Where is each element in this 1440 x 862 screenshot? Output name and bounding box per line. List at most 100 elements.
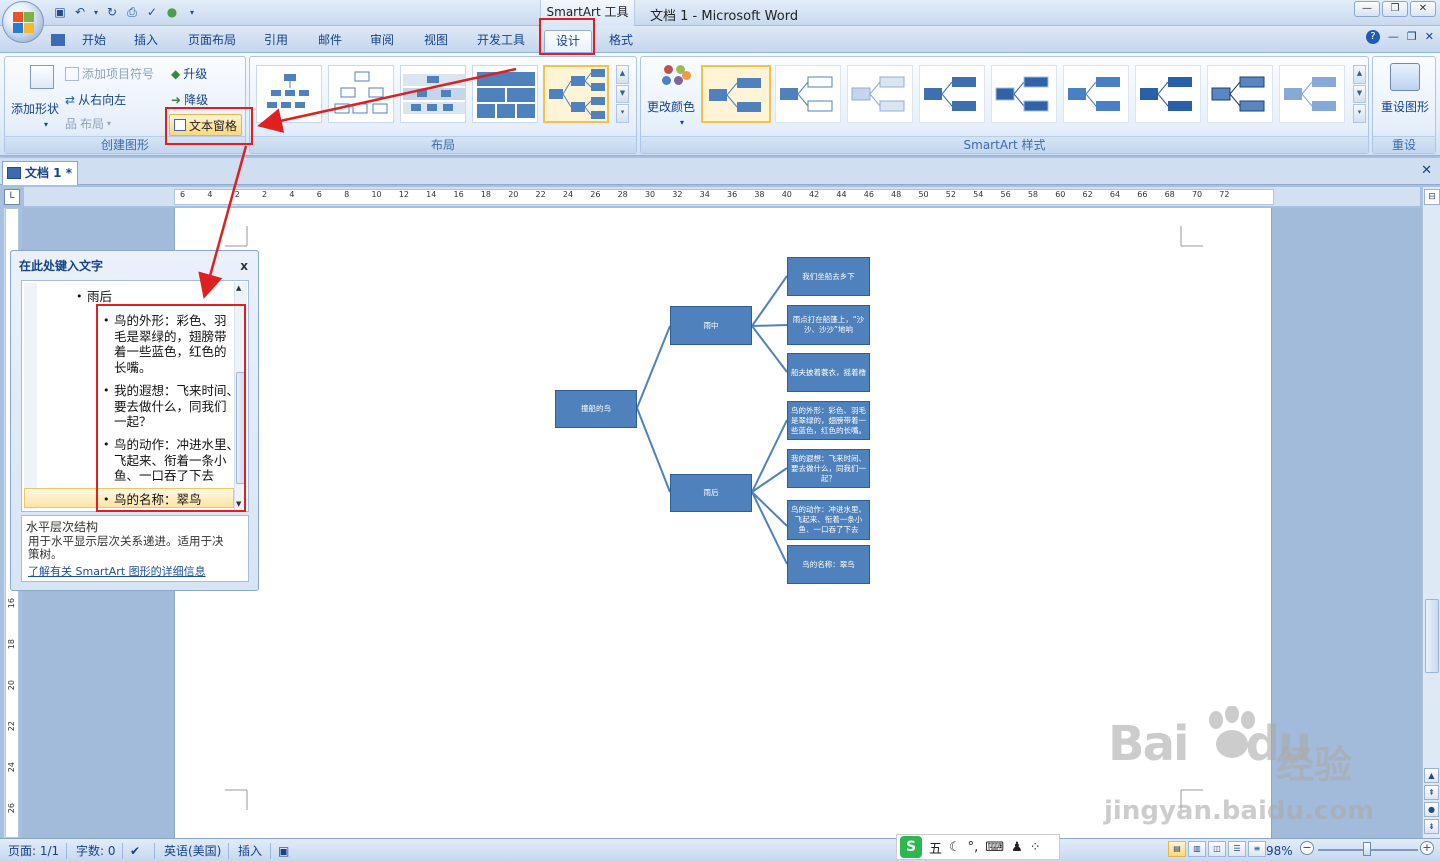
add-bullet-button[interactable]: 添加项目符号: [65, 65, 154, 82]
smartart-leaf[interactable]: 我的遐想：飞来时间、要去做什么，同我们一起？: [787, 449, 870, 488]
tp-scrollbar-thumb[interactable]: [236, 372, 246, 484]
list-item[interactable]: • 我的遐想：飞来时间、 要去做什么，同我们 一起？: [103, 383, 239, 430]
proofing-icon[interactable]: ✔: [130, 842, 140, 860]
text-pane-close-icon[interactable]: x: [240, 259, 248, 273]
tab-mailings[interactable]: 邮件: [308, 30, 352, 52]
smartart-leaf[interactable]: 鸟的名称：翠鸟: [787, 545, 870, 584]
tp-scroll-up-icon[interactable]: ▲: [236, 284, 241, 292]
circle-icon[interactable]: ●: [164, 4, 180, 20]
apps-icon[interactable]: ⁘: [1030, 840, 1041, 855]
smartart-node-after-rain[interactable]: 雨后: [670, 474, 752, 512]
tab-view[interactable]: 视图: [414, 30, 458, 52]
help-icon[interactable]: ?: [1365, 30, 1380, 44]
reading-view-icon[interactable]: ▥: [1188, 841, 1206, 857]
moon-icon[interactable]: ☾: [949, 840, 961, 855]
ribbon-restore-icon[interactable]: ❐: [1407, 30, 1417, 44]
more-icon[interactable]: ▾: [616, 104, 629, 124]
keyboard-icon[interactable]: ⌨: [985, 840, 1004, 855]
layouts-gallery-scroll[interactable]: ▲ ▼ ▾: [616, 65, 629, 124]
sogou-logo-icon[interactable]: S: [900, 836, 922, 858]
close-window-button[interactable]: ✕: [1410, 1, 1436, 17]
zoom-in-button[interactable]: +: [1420, 841, 1434, 855]
tab-selector[interactable]: L: [4, 189, 20, 205]
scroll-down-icon[interactable]: ▼: [616, 84, 629, 104]
tab-format[interactable]: 格式: [598, 30, 644, 52]
ribbon-close-icon[interactable]: ✕: [1425, 30, 1434, 44]
tp-scroll-down-icon[interactable]: ▼: [236, 500, 241, 508]
document-page[interactable]: 撞船的鸟 雨中 雨后 我们坐船去乡下 雨点打在船篷上，“沙沙、沙沙”地响 船夫披…: [174, 208, 1272, 838]
layout-org-chart[interactable]: [256, 65, 322, 123]
close-document-icon[interactable]: ✕: [1421, 163, 1432, 178]
text-pane-button[interactable]: 文本窗格: [169, 114, 243, 136]
web-layout-view-icon[interactable]: ◫: [1208, 841, 1226, 857]
promote-button[interactable]: ◆ 升级: [171, 65, 207, 82]
save-icon[interactable]: ▣: [52, 4, 68, 20]
list-item[interactable]: • 鸟的外形：彩色、羽 毛是翠绿的，翅膀带 着一些蓝色，红色的 长嘴。: [103, 313, 227, 375]
view-ruler-icon[interactable]: ⊟: [1424, 189, 1440, 205]
style-intense[interactable]: [991, 65, 1057, 123]
style-white-outline[interactable]: [775, 65, 841, 123]
style-moderate[interactable]: [919, 65, 985, 123]
tab-page-layout[interactable]: 页面布局: [180, 30, 244, 52]
draft-view-icon[interactable]: ≡: [1248, 841, 1266, 857]
layout-labeled-hierarchy[interactable]: [400, 65, 466, 123]
list-item[interactable]: • 鸟的名称：翠鸟: [103, 492, 202, 508]
layout-table-hierarchy[interactable]: [472, 65, 538, 123]
tab-developer[interactable]: 开发工具: [468, 30, 534, 52]
horizontal-ruler[interactable]: 6 4 2 2 4 6 8 10 12 14 16 18 20 22 24 26 28 30 32 34 36 38 40 4…: [24, 187, 1420, 207]
smartart-leaf[interactable]: 雨点打在船篷上，“沙沙、沙沙”地响: [787, 305, 870, 345]
office-button[interactable]: [2, 1, 44, 43]
document-tab[interactable]: 文档 1 *: [2, 161, 78, 185]
status-page[interactable]: 页面: 1/1: [8, 842, 59, 860]
user-icon[interactable]: ♟: [1011, 840, 1023, 855]
smartart-leaf[interactable]: 鸟的动作：冲进水里、飞起来、衔着一条小鱼、一口吞了下去: [787, 500, 870, 540]
ime-mode[interactable]: 五: [929, 838, 942, 857]
scrollbar-thumb[interactable]: [1425, 599, 1439, 673]
scroll-up-icon[interactable]: ▲: [616, 65, 629, 84]
zoom-slider-thumb[interactable]: [1363, 842, 1371, 856]
right-to-left-button[interactable]: ⇄ 从右向左: [65, 91, 126, 108]
style-polished[interactable]: [1063, 65, 1129, 123]
smartart-leaf[interactable]: 我们坐船去乡下: [787, 257, 870, 296]
style-simple-fill[interactable]: [701, 65, 771, 123]
tab-references[interactable]: 引用: [254, 30, 298, 52]
scroll-up-arrow-icon[interactable]: ▲: [1424, 768, 1439, 783]
add-shape-button[interactable]: 添加形状 ▾: [9, 65, 61, 129]
styles-gallery-scroll[interactable]: ▲ ▼ ▾: [1353, 65, 1366, 124]
outline-view-icon[interactable]: ☰: [1228, 841, 1246, 857]
style-cartoon[interactable]: [1207, 65, 1273, 123]
next-page-icon[interactable]: ⇟: [1424, 819, 1439, 834]
punctuation-icon[interactable]: °,: [968, 840, 979, 855]
zoom-level[interactable]: 98%: [1266, 842, 1293, 860]
style-powder[interactable]: [1279, 65, 1345, 123]
vertical-scrollbar[interactable]: ⊟ ▲ ⇞ ● ⇟: [1422, 187, 1440, 838]
tab-home[interactable]: 开始: [72, 30, 116, 52]
layout-button[interactable]: 品布局 ▾: [65, 115, 111, 132]
zoom-out-button[interactable]: −: [1300, 841, 1314, 855]
customize-qat-icon[interactable]: ▾: [184, 4, 200, 20]
list-item[interactable]: • 雨后: [76, 289, 112, 305]
style-subtle[interactable]: [847, 65, 913, 123]
spelling-icon[interactable]: ✓: [144, 4, 160, 20]
print-preview-icon[interactable]: ⎙: [124, 4, 140, 20]
prev-page-icon[interactable]: ⇞: [1424, 785, 1439, 800]
redo-icon[interactable]: ↻: [104, 4, 120, 20]
learn-more-link[interactable]: 了解有关 SmartArt 图形的详细信息: [26, 563, 244, 579]
tab-design[interactable]: 设计: [544, 30, 592, 52]
text-pane-scrollbar[interactable]: ▲ ▼: [234, 282, 247, 510]
smartart-node-rain[interactable]: 雨中: [670, 306, 752, 345]
tab-review[interactable]: 审阅: [360, 30, 404, 52]
style-inset[interactable]: [1135, 65, 1201, 123]
change-colors-button[interactable]: 更改颜色 ▾: [645, 63, 697, 127]
list-item[interactable]: • 鸟的动作：冲进水里、 飞起来、衔着一条小 鱼、一口吞了下去: [103, 437, 239, 484]
styles-scroll-down-icon[interactable]: ▼: [1353, 84, 1366, 104]
styles-more-icon[interactable]: ▾: [1353, 104, 1366, 124]
restore-button[interactable]: ❐: [1382, 1, 1408, 17]
styles-scroll-up-icon[interactable]: ▲: [1353, 65, 1366, 84]
smartart-leaf[interactable]: 鸟的外形：彩色、羽毛是翠绿的，翅膀带着一些蓝色，红色的长嘴。: [787, 401, 870, 440]
smartart-root-node[interactable]: 撞船的鸟: [555, 390, 637, 428]
layout-hierarchy[interactable]: [328, 65, 394, 123]
status-language[interactable]: 英语(美国): [164, 842, 221, 860]
status-words[interactable]: 字数: 0: [76, 842, 116, 860]
ribbon-minimize-icon[interactable]: —: [1388, 30, 1399, 44]
